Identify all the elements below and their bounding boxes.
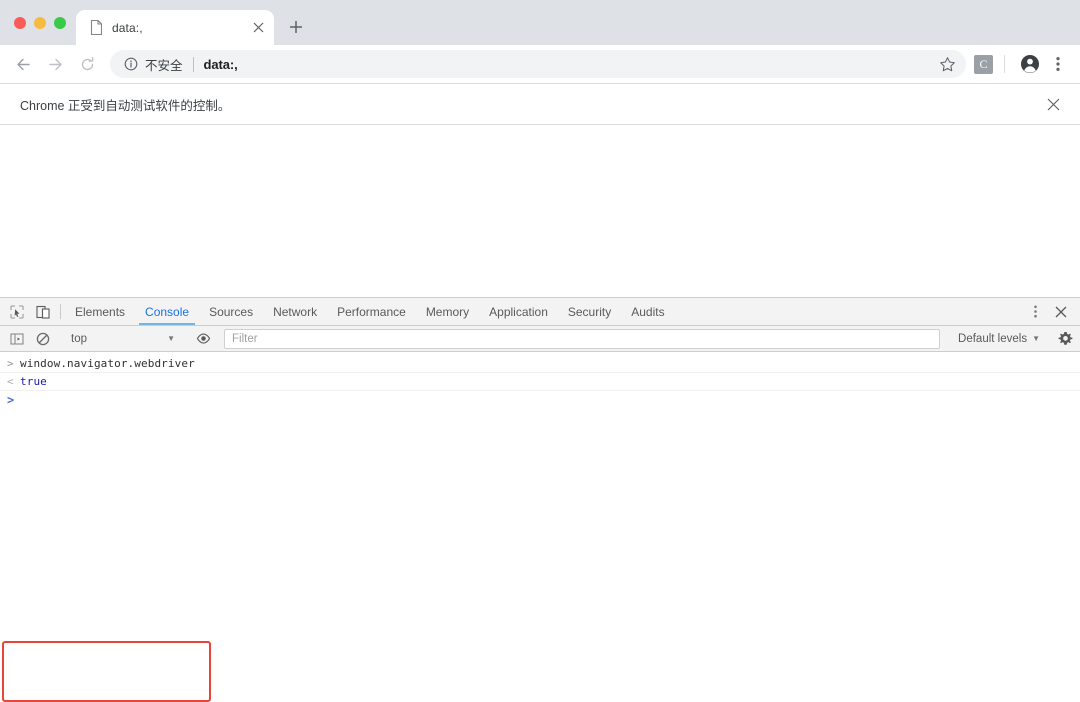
security-status-label: 不安全 xyxy=(145,58,183,73)
profile-avatar-icon[interactable] xyxy=(1016,50,1044,78)
reload-button[interactable] xyxy=(72,49,102,79)
automation-infobar: Chrome 正受到自动测试软件的控制。 xyxy=(0,84,1080,125)
devtools-tab-performance[interactable]: Performance xyxy=(327,298,416,325)
address-bar[interactable]: 不安全 data:, xyxy=(110,50,966,78)
console-result-text: true xyxy=(20,375,47,388)
devtools-tabbar-controls xyxy=(1009,298,1080,325)
console-entry-input: > window.navigator.webdriver xyxy=(0,355,1080,373)
console-prompt-marker: > xyxy=(7,393,15,407)
devtools-tabbar-spacer xyxy=(675,298,1009,325)
devtools-tab-security[interactable]: Security xyxy=(558,298,621,325)
devtools-tab-network[interactable]: Network xyxy=(263,298,327,325)
new-tab-button[interactable] xyxy=(282,13,310,41)
devtools-tab-elements[interactable]: Elements xyxy=(65,298,135,325)
console-entry-result: < true xyxy=(0,373,1080,391)
devtools-close-icon[interactable] xyxy=(1048,306,1074,318)
site-info-icon[interactable] xyxy=(124,57,138,71)
tab-title: data:, xyxy=(112,20,143,35)
omnibox-divider xyxy=(192,56,194,72)
console-input-marker: > xyxy=(7,357,14,370)
back-button[interactable] xyxy=(8,49,38,79)
console-levels-label: Default levels xyxy=(958,332,1028,345)
browser-toolbar: 不安全 data:, C xyxy=(0,45,1080,84)
console-context-select[interactable]: top ▼ xyxy=(65,333,181,345)
window-close-button[interactable] xyxy=(14,16,26,29)
document-icon xyxy=(88,20,104,36)
devtools-tab-console[interactable]: Console xyxy=(135,298,199,325)
devtools-tab-sources[interactable]: Sources xyxy=(199,298,263,325)
device-toolbar-icon[interactable] xyxy=(30,298,56,325)
annotation-highlight-box xyxy=(2,641,211,702)
forward-button[interactable] xyxy=(40,49,70,79)
window-controls xyxy=(0,0,76,45)
console-prompt[interactable]: > xyxy=(0,391,1080,409)
tab-close-icon[interactable] xyxy=(250,20,266,36)
tab-strip: data:, xyxy=(0,0,1080,45)
chevron-down-icon: ▼ xyxy=(1032,334,1040,343)
devtools-more-icon[interactable] xyxy=(1022,305,1048,318)
browser-menu-icon[interactable] xyxy=(1044,50,1072,78)
console-toolbar: top ▼ Filter Default levels ▼ xyxy=(0,326,1080,352)
bookmark-star-icon[interactable] xyxy=(934,51,960,77)
console-result-marker: < xyxy=(7,375,14,388)
window-maximize-button[interactable] xyxy=(54,16,66,29)
devtools-toolbar-divider xyxy=(60,304,61,319)
devtools-tab-audits[interactable]: Audits xyxy=(621,298,674,325)
window-minimize-button[interactable] xyxy=(34,16,46,29)
console-output[interactable]: > window.navigator.webdriver < true > xyxy=(0,352,1080,584)
live-expression-icon[interactable] xyxy=(190,331,216,346)
console-filter-input[interactable]: Filter xyxy=(224,328,941,349)
chevron-down-icon: ▼ xyxy=(167,334,175,343)
browser-window: data:, 不安全 data:, C Chrome 正受到自动测试软件的控制。… xyxy=(0,0,1080,702)
devtools-tab-application[interactable]: Application xyxy=(479,298,558,325)
automation-infobar-message: Chrome 正受到自动测试软件的控制。 xyxy=(20,98,231,113)
console-sidebar-icon[interactable] xyxy=(4,332,30,346)
page-viewport xyxy=(0,125,1080,297)
infobar-close-icon[interactable] xyxy=(1042,93,1064,115)
browser-tab[interactable]: data:, xyxy=(76,10,274,45)
console-input-text: window.navigator.webdriver xyxy=(20,357,195,370)
devtools-settings-gear-icon[interactable] xyxy=(1050,331,1080,346)
devtools-tab-memory[interactable]: Memory xyxy=(416,298,479,325)
inspect-element-icon[interactable] xyxy=(4,298,30,325)
devtools-panel: Elements Console Sources Network Perform… xyxy=(0,297,1080,702)
console-levels-select[interactable]: Default levels ▼ xyxy=(948,333,1050,345)
console-context-label: top xyxy=(71,332,87,345)
extension-icon[interactable]: C xyxy=(974,54,993,74)
devtools-tabbar: Elements Console Sources Network Perform… xyxy=(0,298,1080,326)
toolbar-divider xyxy=(1004,55,1005,73)
url-text: data:, xyxy=(203,56,238,72)
clear-console-icon[interactable] xyxy=(30,332,56,346)
